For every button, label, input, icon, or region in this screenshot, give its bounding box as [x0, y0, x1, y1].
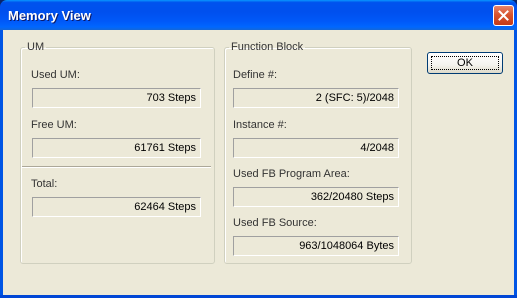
window-title: Memory View: [8, 8, 91, 23]
close-button[interactable]: [493, 5, 514, 26]
total-label: Total:: [31, 178, 58, 190]
fb-source-value: 963/1048064 Bytes: [233, 236, 399, 256]
ok-button[interactable]: OK: [427, 52, 503, 74]
define-value: 2 (SFC: 5)/2048: [233, 88, 399, 108]
instance-label: Instance #:: [233, 119, 287, 131]
fb-program-area-label: Used FB Program Area:: [233, 168, 350, 180]
ok-button-label: OK: [457, 57, 473, 69]
dialog-client-area: UM Used UM: 703 Steps Free UM: 61761 Ste…: [3, 30, 514, 295]
used-um-value: 703 Steps: [32, 88, 201, 108]
close-icon: [498, 10, 509, 21]
fb-program-area-value: 362/20480 Steps: [233, 187, 399, 207]
fb-source-label: Used FB Source:: [233, 217, 317, 229]
um-group-legend: UM: [27, 41, 45, 53]
um-divider: [22, 166, 211, 168]
free-um-value: 61761 Steps: [32, 138, 201, 158]
total-value: 62464 Steps: [32, 197, 201, 217]
define-label: Define #:: [233, 69, 278, 81]
function-block-legend: Function Block: [231, 41, 304, 53]
instance-value: 4/2048: [233, 138, 399, 158]
free-um-label: Free UM:: [31, 119, 77, 131]
used-um-label: Used UM:: [31, 69, 80, 81]
memory-view-window: Memory View UM Used UM: 703 Steps Free U…: [0, 0, 517, 298]
title-bar[interactable]: Memory View: [0, 0, 517, 30]
